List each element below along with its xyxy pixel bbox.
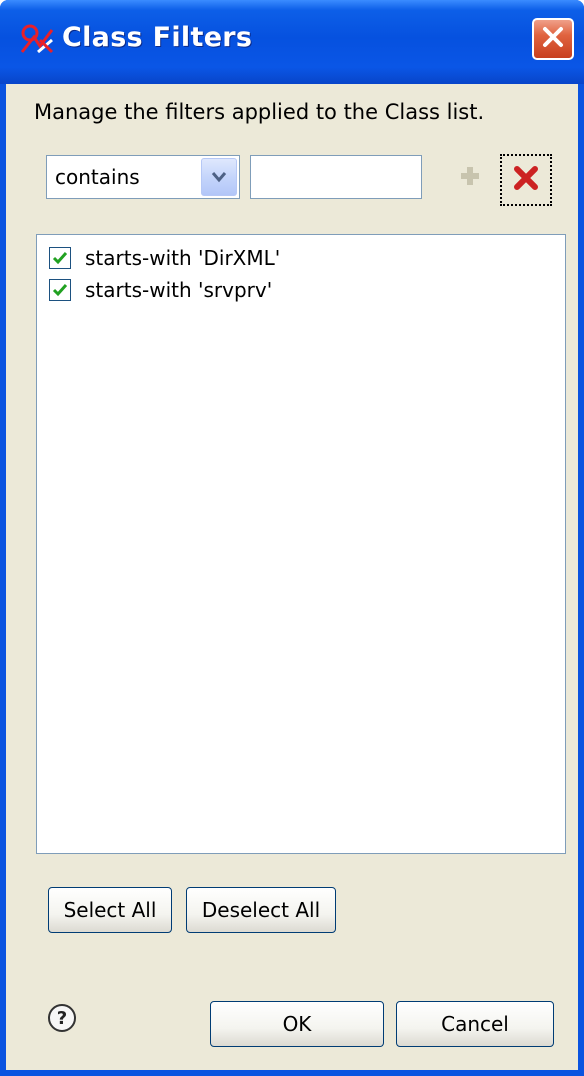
filter-list[interactable]: starts-with 'DirXML' starts-with 'srvprv… bbox=[36, 234, 566, 854]
window-title: Class Filters bbox=[62, 22, 253, 53]
remove-filter-button[interactable] bbox=[500, 154, 552, 206]
match-type-value: contains bbox=[55, 165, 140, 189]
match-type-dropdown[interactable]: contains bbox=[46, 155, 240, 199]
dropdown-button[interactable] bbox=[201, 158, 237, 196]
cancel-button[interactable]: Cancel bbox=[396, 1001, 554, 1047]
chevron-down-icon bbox=[210, 165, 228, 189]
filter-checkbox[interactable] bbox=[49, 279, 71, 301]
plus-icon bbox=[458, 164, 482, 193]
select-all-button[interactable]: Select All bbox=[48, 887, 172, 933]
dialog-body: Manage the filters applied to the Class … bbox=[6, 84, 578, 1070]
add-filter-button[interactable] bbox=[452, 160, 488, 196]
close-icon bbox=[541, 25, 565, 54]
checkmark-icon bbox=[52, 252, 68, 265]
dialog-description: Manage the filters applied to the Class … bbox=[34, 100, 485, 124]
x-icon bbox=[512, 164, 540, 197]
filter-label: starts-with 'DirXML' bbox=[85, 246, 281, 270]
class-filter-icon bbox=[18, 22, 56, 56]
class-filters-dialog: Class Filters Manage the filters applied… bbox=[0, 0, 584, 1076]
list-item[interactable]: starts-with 'srvprv' bbox=[49, 275, 272, 305]
filter-label: starts-with 'srvprv' bbox=[85, 278, 273, 302]
list-item[interactable]: starts-with 'DirXML' bbox=[49, 243, 280, 273]
ok-button[interactable]: OK bbox=[210, 1001, 384, 1047]
checkmark-icon bbox=[52, 284, 68, 297]
pattern-input[interactable] bbox=[250, 155, 422, 199]
filter-checkbox[interactable] bbox=[49, 247, 71, 269]
deselect-all-button[interactable]: Deselect All bbox=[186, 887, 336, 933]
title-bar[interactable]: Class Filters bbox=[0, 0, 584, 84]
help-icon[interactable]: ? bbox=[48, 1004, 76, 1032]
close-button[interactable] bbox=[532, 18, 574, 60]
